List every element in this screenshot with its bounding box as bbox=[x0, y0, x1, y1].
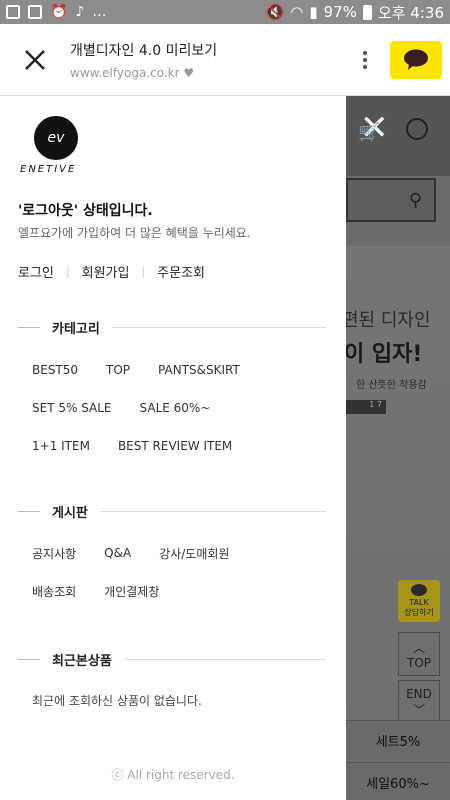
search-icon[interactable] bbox=[406, 118, 428, 140]
category-item-sale60[interactable]: SALE 60%~ bbox=[140, 401, 211, 415]
category-item-1plus1[interactable]: 1+1 ITEM bbox=[32, 439, 90, 453]
brand-logo[interactable]: ev ENETIVE bbox=[20, 116, 92, 175]
gallery-icon bbox=[28, 5, 42, 19]
copyright: ⓒ All right reserved. bbox=[111, 768, 235, 782]
hero-line-2: 이 입자! bbox=[346, 342, 423, 367]
board-title: 게시판 bbox=[52, 506, 88, 521]
chevron-down-icon: ﹀ bbox=[412, 702, 425, 717]
status-bar: ⏰ ♪ … 🔇 ◠ ▮ 97% 오후 4:36 bbox=[0, 0, 450, 24]
scroll-end-button[interactable]: END ﹀ bbox=[398, 680, 440, 724]
logo-text: ENETIVE bbox=[20, 164, 77, 175]
board-item-instructor[interactable]: 강사/도매회원 bbox=[159, 545, 229, 562]
app-icon bbox=[6, 5, 20, 19]
battery-percent: 97% bbox=[323, 3, 357, 21]
category-list: BEST50 TOP PANTS&SKIRT SET 5% SALE SALE … bbox=[32, 351, 240, 465]
account-links: 로그인 | 회원가입 | 주문조회 bbox=[18, 262, 205, 281]
board-item-payment[interactable]: 개인결제창 bbox=[104, 583, 159, 600]
login-link[interactable]: 로그인 bbox=[18, 262, 54, 281]
close-icon bbox=[25, 49, 45, 70]
page-url: www.elfyoga.co.kr ♥ bbox=[70, 65, 195, 80]
kakao-chat-icon bbox=[404, 49, 428, 70]
more-options-button[interactable] bbox=[350, 50, 380, 69]
recent-title: 최근본상품 bbox=[52, 654, 112, 669]
alarm-icon: ⏰ bbox=[50, 4, 68, 20]
category-title: 카테고리 bbox=[52, 322, 100, 337]
side-drawer: ev ENETIVE '로그아웃' 상태입니다. 엘프요가에 가입하여 더 많은… bbox=[0, 96, 346, 800]
board-item-qna[interactable]: Q&A bbox=[104, 546, 131, 560]
logo-mark: ev bbox=[34, 116, 78, 160]
battery-icon bbox=[362, 4, 372, 20]
hero-indicator: 1 7 bbox=[346, 400, 386, 414]
chevron-up-icon: ︿ bbox=[412, 640, 425, 655]
category-item-best-review[interactable]: BEST REVIEW ITEM bbox=[118, 439, 232, 453]
browser-header: 개별디자인 4.0 미리보기 www.elfyoga.co.kr ♥ bbox=[0, 24, 450, 96]
recent-section-header: 최근본상품 bbox=[18, 650, 326, 669]
page-title: 개별디자인 4.0 미리보기 bbox=[70, 42, 218, 59]
hero-line-3: 한 산뜻한 착용감 bbox=[356, 380, 427, 391]
board-section-header: 게시판 bbox=[18, 502, 326, 521]
tab-set[interactable]: 세트5% bbox=[346, 720, 450, 760]
board-item-delivery[interactable]: 배송조회 bbox=[32, 583, 76, 600]
clock: 오후 4:36 bbox=[377, 3, 444, 22]
search-icon: ⚲ bbox=[408, 189, 422, 211]
search-bar[interactable]: ⚲ bbox=[346, 178, 436, 222]
tiktok-icon: ♪ bbox=[75, 4, 85, 20]
hero-line-1: 편된 디자인 bbox=[346, 310, 431, 331]
kakao-share-button[interactable] bbox=[390, 40, 442, 79]
cart-icon[interactable]: 🛒 bbox=[358, 122, 380, 143]
recent-empty-message: 최근에 조회하신 상품이 없습니다. bbox=[32, 694, 202, 708]
category-item-set-sale[interactable]: SET 5% SALE bbox=[32, 401, 112, 415]
background-page: ✕ 🛒 ⚲ 편된 디자인 이 입자! 한 산뜻한 착용감 1 7 TALK 상담… bbox=[346, 96, 450, 800]
board-list: 공지사항 Q&A 강사/도매회원 배송조회 개인결제창 bbox=[32, 534, 229, 610]
category-section-header: 카테고리 bbox=[18, 318, 326, 337]
kakao-talk-button[interactable]: TALK 상담하기 bbox=[398, 580, 440, 622]
category-item-best50[interactable]: BEST50 bbox=[32, 363, 78, 377]
chat-bubble-icon bbox=[411, 584, 427, 596]
mute-icon: 🔇 bbox=[265, 3, 285, 21]
category-item-pants-skirt[interactable]: PANTS&SKIRT bbox=[158, 363, 240, 377]
scroll-top-button[interactable]: ︿ TOP bbox=[398, 632, 440, 676]
login-status-subtitle: 엘프요가에 가입하여 더 많은 혜택을 누리세요. bbox=[18, 226, 251, 240]
heart-icon: ♥ bbox=[183, 65, 195, 80]
category-item-top[interactable]: TOP bbox=[106, 363, 130, 377]
close-browser-button[interactable] bbox=[0, 24, 70, 96]
order-lookup-link[interactable]: 주문조회 bbox=[157, 262, 205, 281]
board-item-notice[interactable]: 공지사항 bbox=[32, 545, 76, 562]
wifi-icon: ◠ bbox=[290, 3, 304, 21]
signal-icon: ▮ bbox=[309, 3, 318, 21]
login-status-title: '로그아웃' 상태입니다. bbox=[18, 203, 153, 219]
signup-link[interactable]: 회원가입 bbox=[82, 262, 130, 281]
more-icon: … bbox=[92, 4, 107, 20]
tab-sale[interactable]: 세일60%~ bbox=[346, 762, 450, 800]
